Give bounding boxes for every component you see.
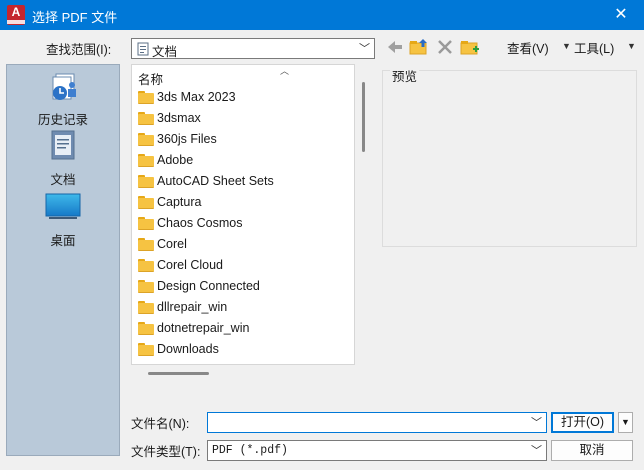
place-documents-label: 文档 xyxy=(50,173,76,187)
preview-label: 预览 xyxy=(390,66,420,85)
close-button[interactable]: ✕ xyxy=(598,0,644,30)
chevron-down-icon: ▼ xyxy=(621,417,630,427)
folder-name: dllrepair_win xyxy=(157,300,228,314)
filetype-value: PDF (*.pdf) xyxy=(212,444,288,457)
back-arrow-icon[interactable] xyxy=(385,38,405,56)
delete-icon[interactable] xyxy=(435,38,455,56)
open-button[interactable]: 打开(O) xyxy=(551,412,614,433)
folder-row[interactable]: 360js Files xyxy=(138,130,353,150)
folder-icon xyxy=(138,196,154,209)
folder-row[interactable]: Corel xyxy=(138,235,353,255)
view-dropdown-icon[interactable]: ▼ xyxy=(562,41,571,51)
folder-row[interactable]: Corel Cloud xyxy=(138,256,353,276)
name-column-header[interactable]: 名称 xyxy=(138,69,163,88)
folder-name: Design Connected xyxy=(157,279,260,293)
folder-name: Adobe xyxy=(157,153,194,167)
folder-name: Downloads xyxy=(157,342,219,356)
folder-row[interactable]: 3dsmax xyxy=(138,109,353,129)
folder-name: Captura xyxy=(157,195,202,209)
folder-icon xyxy=(138,259,154,272)
folder-icon xyxy=(138,175,154,188)
open-options-button[interactable]: ▼ xyxy=(618,412,633,433)
folder-row[interactable]: dllrepair_win xyxy=(138,298,353,318)
desktop-icon xyxy=(45,193,81,219)
close-icon: ✕ xyxy=(614,6,628,23)
tools-menu-button[interactable]: 工具(L) xyxy=(574,38,614,57)
new-folder-icon[interactable] xyxy=(460,38,480,56)
places-bar: 历史记录 文档 桌面 xyxy=(6,64,120,456)
folder-row[interactable]: Chaos Cosmos xyxy=(138,214,353,234)
folder-row[interactable]: Downloads xyxy=(138,340,353,360)
file-list[interactable]: 名称 ︿ 3ds Max 2023 3dsmax 360js Files Adobe A… xyxy=(131,64,355,365)
folder-name: 3ds Max 2023 xyxy=(157,90,236,104)
folder-row[interactable]: dotnetrepair_win xyxy=(138,319,353,339)
folder-row[interactable]: AutoCAD Sheet Sets xyxy=(138,172,353,192)
preview-pane xyxy=(382,70,637,247)
folder-row[interactable]: 3ds Max 2023 xyxy=(138,88,353,108)
place-history[interactable]: 历史记录 xyxy=(7,69,119,127)
title-bar: A 选择 PDF 文件 ✕ xyxy=(0,0,644,30)
view-menu-button[interactable]: 查看(V) xyxy=(507,38,549,57)
folder-icon xyxy=(138,91,154,104)
history-icon xyxy=(52,73,76,100)
folder-icon xyxy=(138,343,154,356)
filetype-dropdown[interactable]: PDF (*.pdf) ﹀ xyxy=(207,440,547,461)
folder-name: AutoCAD Sheet Sets xyxy=(157,174,274,188)
lookin-value: 文档 xyxy=(152,45,178,59)
document-small-icon xyxy=(137,42,149,56)
folder-name: 3dsmax xyxy=(157,111,201,125)
tools-dropdown-icon[interactable]: ▼ xyxy=(627,41,636,51)
folder-row[interactable]: Adobe xyxy=(138,151,353,171)
folder-name: Corel xyxy=(157,237,187,251)
horizontal-scrollbar[interactable] xyxy=(148,372,209,375)
sort-up-icon: ︿ xyxy=(280,66,290,76)
folder-icon xyxy=(138,154,154,167)
filetype-label: 文件类型(T): xyxy=(131,445,201,459)
place-documents[interactable]: 文档 xyxy=(7,129,119,187)
folder-up-icon[interactable] xyxy=(409,38,429,56)
folder-name: Corel Cloud xyxy=(157,258,224,272)
folder-icon xyxy=(138,280,154,293)
window-title: 选择 PDF 文件 xyxy=(32,10,118,25)
folder-name: dotnetrepair_win xyxy=(157,321,250,335)
folder-icon xyxy=(138,133,154,146)
lookin-dropdown[interactable]: 文档 ﹀ xyxy=(131,38,375,59)
folder-row[interactable]: Captura xyxy=(138,193,353,213)
chevron-down-icon: ﹀ xyxy=(531,417,542,429)
chevron-down-icon: ﹀ xyxy=(531,445,542,457)
place-desktop[interactable]: 桌面 xyxy=(7,191,119,248)
folder-row[interactable]: Design Connected xyxy=(138,277,353,297)
filename-input[interactable]: ﹀ xyxy=(207,412,547,433)
filename-label: 文件名(N): xyxy=(131,417,190,431)
folder-name: Chaos Cosmos xyxy=(157,216,243,230)
place-desktop-label: 桌面 xyxy=(50,234,76,248)
place-history-label: 历史记录 xyxy=(37,113,88,127)
folder-icon xyxy=(138,322,154,335)
chevron-down-icon: ﹀ xyxy=(359,43,370,55)
autocad-app-icon: A xyxy=(7,5,25,25)
folder-icon xyxy=(138,238,154,251)
folder-icon xyxy=(138,112,154,125)
lookin-label: 查找范围(I): xyxy=(46,43,112,57)
folder-icon xyxy=(138,217,154,230)
folder-icon xyxy=(138,301,154,314)
cancel-button[interactable]: 取消 xyxy=(551,440,633,461)
documents-icon xyxy=(51,130,75,160)
folder-name: 360js Files xyxy=(157,132,217,146)
vertical-scrollbar[interactable] xyxy=(362,82,365,152)
